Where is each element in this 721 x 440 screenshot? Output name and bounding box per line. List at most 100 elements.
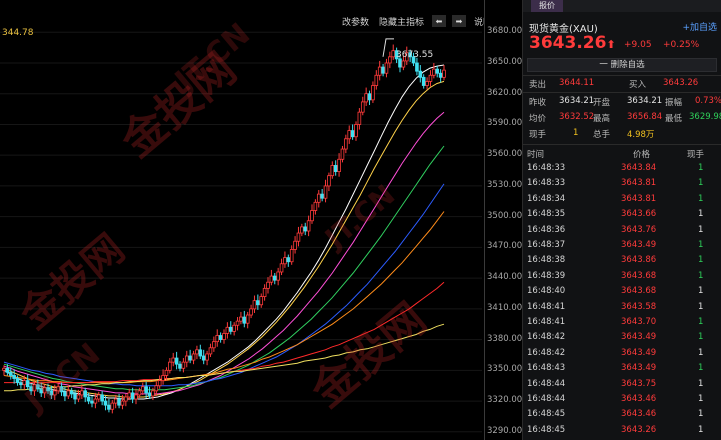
moving-average-line [3,80,445,398]
arrow-right-icon[interactable]: ➡ [452,15,467,27]
candle-body [421,76,426,86]
tick-volume: 1 [698,240,704,250]
candle [80,384,84,400]
tick-price: 3643.81 [621,178,657,189]
candle-body [252,300,257,310]
candle-body [22,380,27,386]
candle-body [5,367,10,373]
candle-body [391,50,396,58]
tick-row: 16:48:44 3643.46 1 [523,394,721,409]
candle-body [8,371,13,376]
edit-params-button[interactable]: 改参数 [340,15,371,28]
candle-body [134,394,138,400]
buy-value: 3643.26 [663,78,699,88]
candle-body [371,85,375,101]
candle [306,215,311,237]
candle [438,69,443,83]
hide-main-indicator-button[interactable]: 隐藏主指标 [377,15,426,28]
candle [83,387,88,403]
candle [256,294,260,310]
tick-row: 16:48:37 3643.49 1 [523,240,721,255]
add-watchlist-button[interactable]: +加自选 [682,20,717,33]
candle [191,350,196,365]
tick-time: 16:48:44 [527,378,566,389]
kline-chart-panel[interactable]: 344.78 3673.55 改参数 隐藏主指标 ⬅ ➡ 说明 金投网 金投网 … [0,0,492,440]
tick-price: 3643.84 [621,163,657,173]
candle-body [432,68,436,76]
candle [242,310,247,328]
candle [198,344,203,360]
chart-toolbar: 改参数 隐藏主指标 ⬅ ➡ 说明 [340,14,494,28]
tick-volume: 1 [698,270,704,281]
candle-body [428,74,433,82]
candle-body [249,308,253,316]
candle-body [316,193,321,203]
candle-body [168,361,172,371]
last-price-value: 3643.26 [529,33,607,53]
candle [293,236,297,254]
candle-body [218,335,223,340]
candle [259,293,264,308]
tick-volume: 1 [698,409,704,420]
candle-body [212,341,216,349]
candle [96,391,101,403]
tick-time: 16:48:38 [527,255,566,266]
price-axis-tick: 3440.00 [487,272,523,283]
prev-close-value: 3634.21 [559,96,595,106]
candle-body [66,390,71,397]
ticks-header-price: 价格 [633,150,651,160]
tick-time: 16:48:34 [527,193,566,204]
tick-row: 16:48:34 3643.81 1 [523,194,721,209]
tick-price: 3643.46 [621,394,657,404]
candle [327,172,331,192]
candle-body [181,361,186,369]
tick-row: 16:48:36 3643.76 1 [523,225,721,240]
candle-body [313,201,318,211]
open-value: 3634.21 [627,96,663,106]
candle-body [272,275,277,281]
kline-chart[interactable] [0,0,484,440]
price-axis-tick: 3560.00 [487,149,523,160]
tick-row: 16:48:33 3643.84 1 [523,163,721,178]
candle-body [80,390,84,396]
tick-time: 16:48:36 [527,224,566,235]
tick-time: 16:48:45 [527,424,566,435]
candle-body [113,398,118,404]
candle-body [63,391,67,397]
arrow-left-icon[interactable]: ⬅ [432,15,447,27]
tick-time: 16:48:35 [527,209,566,220]
candle-body [52,390,57,396]
candle [188,349,192,364]
candle [195,345,199,360]
candle [201,349,206,365]
candle-body [171,357,176,363]
candle [303,222,308,236]
candle-body [327,175,331,187]
candle-body [381,66,385,74]
candle-body [303,226,308,232]
tick-volume: 1 [698,255,704,266]
candle-body [157,380,162,387]
current-volume-label: 现手 [529,130,547,140]
candle-body [222,333,226,340]
candle [168,358,172,374]
price-axis-tick: 3650.00 [487,56,523,67]
tick-volume: 1 [698,394,704,404]
candle [384,58,389,78]
tab-quote[interactable]: 报价 [531,0,563,12]
moving-average-line [3,183,445,387]
candle [262,284,267,301]
candle-body [283,257,287,265]
price-axis-tick: 3530.00 [487,179,523,190]
ticks-header: 时间 价格 现手 [523,148,721,162]
price-axis-tick: 3290.00 [487,425,523,436]
tick-price: 3643.75 [621,378,657,389]
candle-body [195,349,199,355]
candle-body [19,382,23,386]
tick-price: 3643.81 [621,193,657,204]
remove-watchlist-button[interactable]: 一 删除自选 [527,58,717,72]
candle [239,311,243,325]
candle-body [300,226,304,234]
sell-label: 卖出 [529,80,547,90]
candle-body [215,335,220,343]
